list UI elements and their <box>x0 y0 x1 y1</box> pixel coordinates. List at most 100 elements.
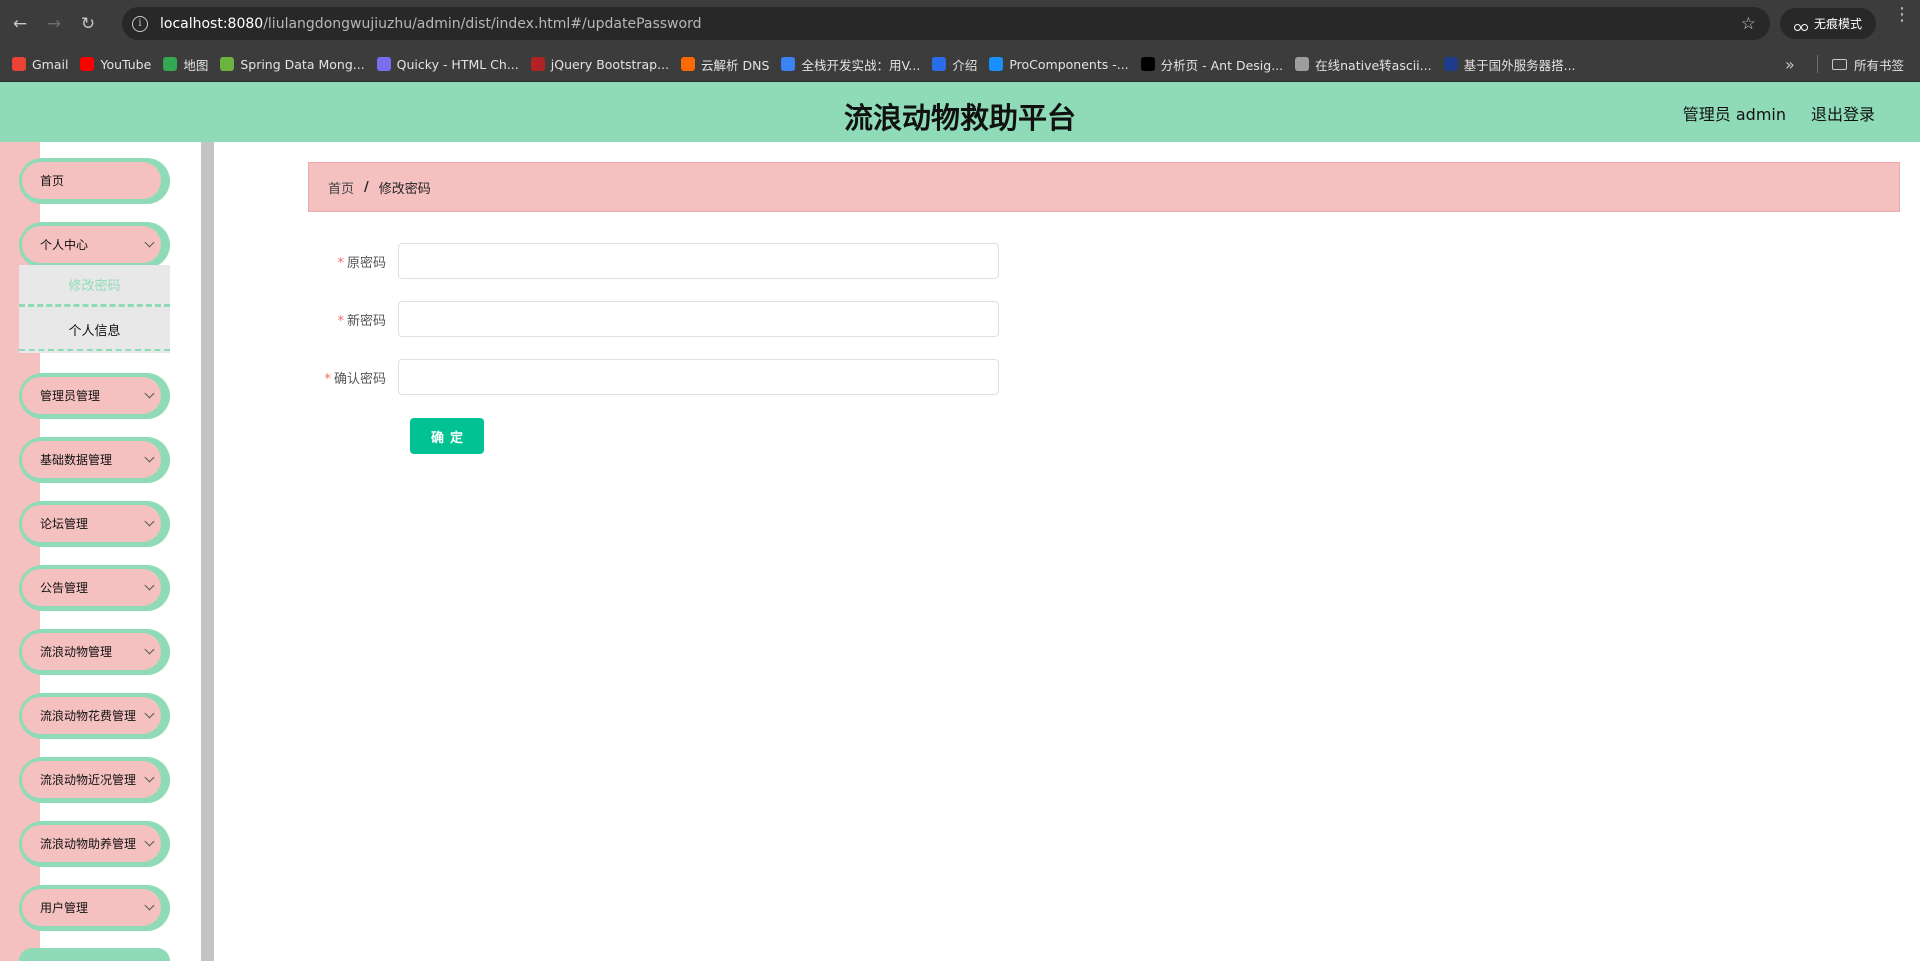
sidebar-item[interactable]: 公告管理 <box>19 565 170 611</box>
forward-arrow-icon[interactable]: → <box>40 10 68 38</box>
back-arrow-icon[interactable]: ← <box>6 10 34 38</box>
bookmark-item[interactable]: Spring Data Mong... <box>220 57 365 72</box>
bookmark-item[interactable]: Gmail <box>12 57 68 72</box>
address-bar[interactable]: i localhost:8080/liulangdongwujiuzhu/adm… <box>122 7 1770 40</box>
bookmark-item[interactable]: 分析页 - Ant Desig... <box>1140 55 1284 74</box>
all-bookmarks-button[interactable]: 所有书签 <box>1832 55 1904 74</box>
bookmark-label: 分析页 - Ant Desig... <box>1160 57 1284 73</box>
bookmark-label: YouTube <box>100 56 152 72</box>
chevron-down-icon <box>144 516 155 527</box>
bookmark-favicon-icon <box>12 57 26 71</box>
form-label: * 新密码 <box>308 310 398 329</box>
sidebar-item-pill: 基础数据管理 <box>22 441 161 478</box>
breadcrumb-current: 修改密码 <box>378 181 431 197</box>
required-asterisk: * <box>337 255 344 271</box>
sidebar-item[interactable]: 流浪动物近况管理 <box>19 757 170 803</box>
bookmark-item[interactable]: 全栈开发实战：用V... <box>781 55 920 74</box>
more-bookmarks-icon[interactable]: » <box>1785 55 1795 74</box>
bookmark-item[interactable]: YouTube <box>80 57 151 72</box>
form-label: * 确认密码 <box>308 368 398 387</box>
bookmark-favicon-icon <box>530 57 545 71</box>
bookmark-star-icon[interactable]: ☆ <box>1741 14 1756 34</box>
sidebar-item[interactable]: 流浪动物助养管理 <box>19 821 170 867</box>
bookmark-favicon-icon <box>220 57 235 71</box>
sidebar-item[interactable]: 个人中心 <box>19 222 170 268</box>
chevron-down-icon <box>144 388 155 399</box>
sidebar-item-partial[interactable] <box>19 948 170 961</box>
sidebar-item-pill: 流浪动物近况管理 <box>22 761 161 798</box>
all-bookmarks-label: 所有书签 <box>1854 57 1905 73</box>
bookmark-label: 地图 <box>183 57 209 73</box>
browser-toolbar: ← → ↻ i localhost:8080/liulangdongwujiuz… <box>0 0 1920 47</box>
incognito-label: 无痕模式 <box>1814 17 1863 31</box>
bookmark-item[interactable]: 云解析 DNS <box>681 55 769 74</box>
site-info-icon[interactable]: i <box>132 15 148 32</box>
form-row: * 确认密码 <box>308 359 999 395</box>
sidebar-item[interactable]: 首页 <box>19 158 170 204</box>
bookmark-item[interactable]: 在线native转ascii... <box>1295 55 1432 74</box>
logout-button[interactable]: 退出登录 <box>1811 101 1875 125</box>
sidebar-item-label: 管理员管理 <box>40 389 101 403</box>
chevron-down-icon <box>144 644 155 655</box>
bookmarks-bar: Gmail YouTube 地图 Spring Data Mong... Quicky … <box>0 47 1920 82</box>
bookmark-favicon-icon <box>681 57 696 71</box>
bookmark-favicon-icon <box>781 57 796 71</box>
bookmark-label: jQuery Bootstrap... <box>550 56 670 72</box>
sidebar-item-label: 公告管理 <box>40 581 89 595</box>
form-label-text: 确认密码 <box>333 371 386 387</box>
bookmark-label: 云解析 DNS <box>701 57 770 73</box>
chevron-down-icon <box>144 708 155 719</box>
sidebar-scrollbar[interactable] <box>201 142 214 961</box>
sidebar-item-pill: 流浪动物管理 <box>22 633 161 670</box>
sidebar-item-label: 用户管理 <box>40 901 89 915</box>
sidebar-item-personal-info[interactable]: 个人信息 <box>19 309 170 351</box>
sidebar-item[interactable]: 管理员管理 <box>19 373 170 419</box>
breadcrumb-home[interactable]: 首页 <box>328 178 354 197</box>
incognito-badge[interactable]: 无痕模式 <box>1780 8 1877 39</box>
sidebar-item-pill: 流浪动物花费管理 <box>22 697 161 734</box>
incognito-icon <box>1794 19 1808 31</box>
bookmark-favicon-icon <box>80 57 95 71</box>
password-input[interactable] <box>398 301 999 337</box>
chevron-down-icon <box>144 580 155 591</box>
bookmark-item[interactable]: 介绍 <box>932 55 977 74</box>
url-text[interactable]: localhost:8080/liulangdongwujiuzhu/admin… <box>160 16 701 32</box>
sidebar-item-pill: 公告管理 <box>22 569 161 606</box>
sidebar-item[interactable]: 流浪动物花费管理 <box>19 693 170 739</box>
bookmark-label: Gmail <box>32 56 69 72</box>
bookmark-item[interactable]: jQuery Bootstrap... <box>530 56 670 72</box>
bookmark-favicon-icon <box>1295 57 1310 71</box>
sidebar-item-update-password[interactable]: 修改密码 <box>19 265 170 307</box>
form-row: * 原密码 <box>308 243 999 279</box>
required-asterisk: * <box>324 371 331 387</box>
bookmark-item[interactable]: 基于国外服务器搭... <box>1443 55 1576 74</box>
current-user: 管理员 admin <box>1682 105 1786 124</box>
bookmark-item[interactable]: ProComponents -... <box>989 57 1129 72</box>
sidebar-item[interactable]: 基础数据管理 <box>19 437 170 483</box>
sidebar-item[interactable]: 用户管理 <box>19 885 170 931</box>
password-input[interactable] <box>398 243 999 279</box>
sidebar-item-label: 流浪动物花费管理 <box>40 709 137 723</box>
password-input[interactable] <box>398 359 999 395</box>
required-asterisk: * <box>337 313 344 329</box>
sidebar-item-pill: 用户管理 <box>22 889 161 926</box>
form-label-text: 新密码 <box>346 313 386 329</box>
page-title: 流浪动物救助平台 <box>843 101 1076 135</box>
reload-icon[interactable]: ↻ <box>74 10 102 38</box>
sidebar-item[interactable]: 流浪动物管理 <box>19 629 170 675</box>
browser-menu-icon[interactable]: ⋮ <box>1893 6 1911 24</box>
sidebar-item-label: 首页 <box>40 174 65 188</box>
sidebar-item-label: 流浪动物近况管理 <box>40 773 137 787</box>
bookmark-favicon-icon <box>1443 57 1458 71</box>
bookmark-item[interactable]: Quicky - HTML Ch... <box>376 56 519 72</box>
bookmark-favicon-icon <box>1140 57 1155 71</box>
bookmark-label: Quicky - HTML Ch... <box>396 56 519 72</box>
submit-button[interactable]: 确定 <box>410 418 484 454</box>
bookmark-favicon-icon <box>376 57 391 71</box>
bookmark-item[interactable]: 地图 <box>163 55 208 74</box>
app-header: 流浪动物救助平台 管理员 admin 退出登录 <box>0 82 1920 142</box>
breadcrumb-separator: / <box>364 179 369 195</box>
sidebar-item[interactable]: 论坛管理 <box>19 501 170 547</box>
personal-center-submenu: 修改密码 个人信息 <box>19 265 170 353</box>
sidebar-item-pill: 管理员管理 <box>22 377 161 414</box>
